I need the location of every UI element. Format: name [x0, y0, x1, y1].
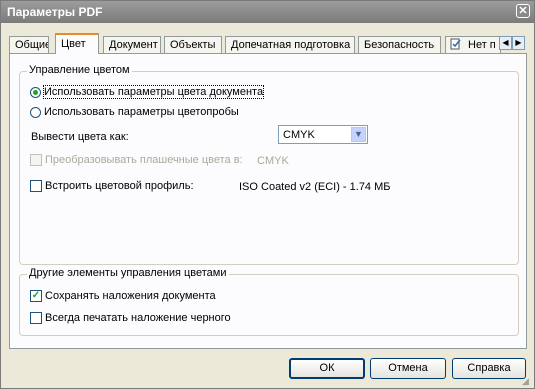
checkbox[interactable] — [30, 180, 42, 193]
convert-spot-label: Преобразовывать плашечные цвета в: — [45, 154, 243, 166]
black-overprint-label: Всегда печатать наложение черного — [45, 312, 231, 324]
tab-objects[interactable]: Объекты — [164, 36, 222, 53]
close-icon[interactable]: ✕ — [516, 4, 530, 18]
color-management-group: Управление цветом — [19, 64, 519, 265]
tab-document[interactable]: Документ — [103, 36, 161, 53]
radio-proof-label: Использовать параметры цветопробы — [44, 106, 239, 118]
tab-no-print-label: Нет п — [468, 39, 496, 51]
radio-use-document-color[interactable]: Использовать параметры цвета документа — [30, 85, 265, 99]
black-overprint-checkbox[interactable]: Всегда печатать наложение черного — [30, 312, 231, 325]
convert-spot-colors-checkbox: Преобразовывать плашечные цвета в: — [30, 154, 243, 167]
keep-overprint-label: Сохранять наложения документа — [45, 290, 216, 302]
tab-scroll-left-icon[interactable]: ◀ — [499, 36, 512, 50]
tab-general[interactable]: Общие — [9, 36, 49, 53]
output-colors-value: CMYK — [283, 129, 315, 141]
embed-profile-value: ISO Coated v2 (ECI) - 1.74 МБ — [239, 181, 391, 193]
resize-grip-icon[interactable]: ◢ — [522, 376, 532, 386]
output-colors-select[interactable]: CMYK ▼ — [278, 125, 368, 144]
chevron-down-icon[interactable]: ▼ — [351, 127, 366, 142]
no-print-icon — [450, 38, 462, 50]
output-colors-label: Вывести цвета как: — [31, 131, 129, 143]
help-button[interactable]: Справка — [452, 358, 526, 379]
other-color-management-group: Другие элементы управления цветами — [19, 267, 519, 336]
color-management-label: Управление цветом — [27, 64, 132, 76]
window-title: Параметры PDF — [7, 5, 103, 19]
tab-prepress[interactable]: Допечатная подготовка — [225, 36, 355, 53]
radio-button-selected[interactable] — [30, 86, 41, 98]
tab-panel-color: Управление цветом Использовать параметры… — [9, 53, 527, 349]
checkbox[interactable] — [30, 312, 42, 325]
cancel-button[interactable]: Отмена — [370, 358, 446, 379]
checkbox-checked[interactable]: ✓ — [30, 290, 42, 303]
tab-strip: Общие Цвет Документ Объекты Допечатная п… — [9, 33, 533, 54]
tab-security[interactable]: Безопасность — [358, 36, 441, 53]
radio-use-proof-color[interactable]: Использовать параметры цветопробы — [30, 106, 239, 118]
tab-color[interactable]: Цвет — [55, 33, 99, 54]
title-bar[interactable]: Параметры PDF ✕ — [1, 1, 534, 23]
tab-scroll-right-icon[interactable]: ▶ — [512, 36, 525, 50]
keep-overprint-checkbox[interactable]: ✓ Сохранять наложения документа — [30, 290, 216, 303]
checkbox-disabled — [30, 154, 42, 167]
other-color-management-label: Другие элементы управления цветами — [27, 267, 229, 279]
pdf-settings-dialog: Параметры PDF ✕ Общие Цвет Документ Объе… — [0, 0, 535, 389]
convert-spot-value: CMYK — [257, 155, 289, 167]
radio-button[interactable] — [30, 106, 41, 118]
embed-profile-label: Встроить цветовой профиль: — [45, 180, 194, 192]
embed-profile-checkbox[interactable]: Встроить цветовой профиль: — [30, 180, 194, 193]
radio-document-label: Использовать параметры цвета документа — [42, 85, 265, 99]
ok-button[interactable]: ОК — [289, 358, 365, 379]
